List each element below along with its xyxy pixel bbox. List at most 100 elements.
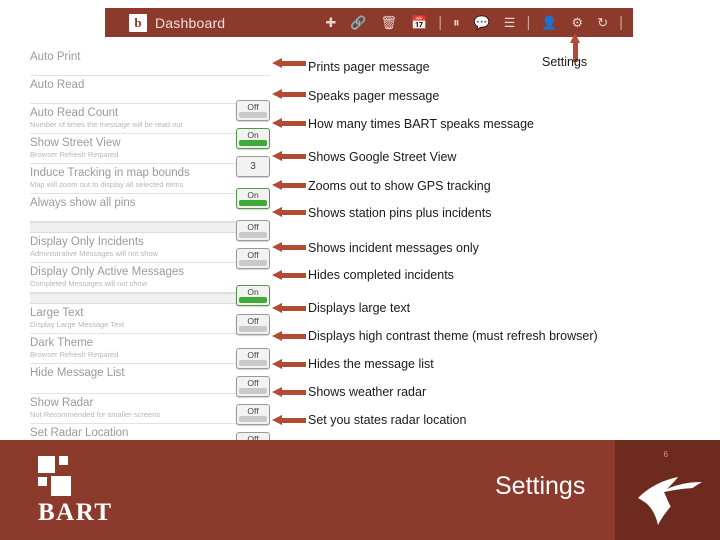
setting-sublabel: Administrative Messages will not show — [30, 249, 158, 258]
toolbar-divider-3: | — [619, 14, 623, 31]
setting-sublabel: Map will zoom out to display all selecte… — [30, 180, 184, 189]
annotation-arrow-12 — [272, 387, 306, 398]
annotation-note-11: Hides the message list — [308, 357, 434, 371]
trash-icon[interactable]: 🗑 — [380, 16, 397, 29]
gear-icon[interactable]: ⚙ — [572, 16, 584, 29]
toggle-dark-theme[interactable]: Off — [236, 376, 270, 397]
setting-label: Auto Print — [30, 51, 81, 63]
link-icon[interactable]: 🔗 — [350, 16, 366, 29]
setting-label: Show Radar — [30, 397, 94, 409]
stepper-auto-read-count[interactable]: 3 — [236, 156, 270, 177]
user-icon[interactable]: 👤 — [541, 16, 557, 29]
setting-row-display-only-active-messages[interactable]: Display Only Active Messages Completed M… — [30, 263, 270, 293]
setting-label: Display Only Incidents — [30, 236, 144, 248]
bart-wordmark: BART — [38, 499, 113, 526]
setting-row-show-radar[interactable]: Show Radar Not Recommended for smaller s… — [30, 394, 270, 424]
annotation-settings-callout: Settings — [542, 55, 588, 69]
annotation-arrow-7 — [272, 242, 306, 253]
annotation-note-5: Zooms out to show GPS tracking — [308, 179, 491, 193]
setting-row-auto-read[interactable]: Auto Read — [30, 76, 270, 104]
pause-icon[interactable]: ⏸ — [453, 16, 460, 29]
annotation-note-6: Shows station pins plus incidents — [308, 206, 492, 220]
toggle-induce-tracking[interactable]: Off — [236, 220, 270, 241]
toggle-large-text[interactable]: Off — [236, 348, 270, 369]
setting-row-dark-theme[interactable]: Dark Theme Browser Refresh Required — [30, 334, 270, 364]
annotation-note-1: Prints pager message — [308, 60, 430, 74]
toggle-always-show-all-pins[interactable]: Off — [236, 248, 270, 269]
annotation-arrow-6 — [272, 207, 306, 218]
setting-sublabel: Completed Messages will not show — [30, 279, 148, 288]
setting-row-auto-read-count[interactable]: Auto Read Count Number of times the mess… — [30, 104, 270, 134]
app-logo: b — [129, 13, 147, 32]
setting-label: Always show all pins — [30, 197, 136, 209]
toggle-auto-read[interactable]: On — [236, 128, 270, 149]
annotation-note-4: Shows Google Street View — [308, 150, 457, 164]
toggle-value: Off — [247, 222, 259, 232]
annotation-arrow-1 — [272, 58, 306, 69]
toggle-auto-print[interactable]: Off — [236, 100, 270, 121]
annotation-note-8: Hides completed incidents — [308, 268, 454, 282]
setting-label: Auto Read — [30, 79, 85, 91]
list-icon[interactable]: ☰ — [504, 16, 516, 29]
setting-label: Dark Theme — [30, 337, 94, 349]
setting-label: Set Radar Location — [30, 427, 129, 439]
toolbar-divider-2: | — [526, 14, 531, 31]
annotation-arrow-4 — [272, 151, 306, 162]
toggle-hide-message-list[interactable]: Off — [236, 404, 270, 425]
annotation-note-10: Displays high contrast theme (must refre… — [308, 329, 598, 343]
settings-group-divider-1 — [30, 222, 270, 233]
toggle-value: Off — [247, 102, 259, 112]
annotation-arrow-13 — [272, 415, 306, 426]
annotation-arrow-11 — [272, 359, 306, 370]
stepper-value: 3 — [250, 161, 256, 172]
annotation-arrow-9 — [272, 303, 306, 314]
bird-logo-icon — [638, 477, 702, 525]
annotation-arrow-10 — [272, 331, 306, 342]
toggle-display-only-incidents[interactable]: On — [236, 285, 270, 306]
toggle-value: Off — [247, 378, 259, 388]
toggle-value: On — [247, 130, 259, 140]
setting-row-display-only-incidents[interactable]: Display Only Incidents Administrative Me… — [30, 233, 270, 263]
setting-sublabel: Browser Refresh Required — [30, 350, 119, 359]
setting-label: Show Street View — [30, 137, 121, 149]
setting-sublabel: Display Large Message Text — [30, 320, 125, 329]
annotation-arrow-2 — [272, 89, 306, 100]
footer-section-title: Settings — [495, 472, 586, 500]
setting-row-show-street-view[interactable]: Show Street View Browser Refresh Require… — [30, 134, 270, 164]
toggle-show-street-view[interactable]: On — [236, 188, 270, 209]
annotation-note-3: How many times BART speaks message — [308, 117, 535, 131]
toggle-value: On — [247, 287, 259, 297]
bart-mark-icon — [38, 456, 78, 496]
annotation-note-7: Shows incident messages only — [308, 241, 479, 255]
toggle-value: Off — [247, 316, 259, 326]
dashboard-toolbar: b Dashboard ✚ 🔗 🗑 📅 | ⏸ 💬 ☰ | 👤 ⚙ ↻ | — [105, 8, 633, 37]
setting-row-large-text[interactable]: Large Text Display Large Message Text — [30, 304, 270, 334]
annotation-arrow-3 — [272, 118, 306, 129]
bart-logo: BART — [38, 456, 113, 527]
annotation-arrow-5 — [272, 180, 306, 191]
setting-row-induce-tracking[interactable]: Induce Tracking in map bounds Map will z… — [30, 164, 270, 194]
annotation-note-9: Displays large text — [308, 301, 411, 315]
calendar-icon[interactable]: 📅 — [411, 16, 427, 29]
settings-list: Auto Print Auto Read Auto Read Count Num… — [30, 48, 270, 452]
setting-label: Induce Tracking in map bounds — [30, 167, 190, 179]
setting-row-always-show-all-pins[interactable]: Always show all pins — [30, 194, 270, 222]
setting-row-hide-message-list[interactable]: Hide Message List — [30, 364, 270, 394]
footer-band: BART Settings 6 — [0, 440, 720, 540]
toggle-display-only-active-messages[interactable]: Off — [236, 314, 270, 335]
setting-label: Large Text — [30, 307, 84, 319]
refresh-icon[interactable]: ↻ — [597, 16, 608, 29]
setting-sublabel: Number of times the message will be read… — [30, 120, 183, 129]
toggle-value: Off — [247, 250, 259, 260]
annotation-note-12: Shows weather radar — [308, 385, 427, 399]
setting-label: Hide Message List — [30, 367, 125, 379]
plus-icon[interactable]: ✚ — [325, 16, 336, 29]
setting-sublabel: Browser Refresh Required — [30, 150, 119, 159]
setting-row-auto-print[interactable]: Auto Print — [30, 48, 270, 76]
message-icon[interactable]: 💬 — [474, 16, 490, 29]
annotation-arrow-8 — [272, 270, 306, 281]
toggle-value: Off — [247, 406, 259, 416]
toggle-value: Off — [247, 350, 259, 360]
page-number: 6 — [663, 450, 668, 459]
setting-label: Auto Read Count — [30, 107, 119, 119]
